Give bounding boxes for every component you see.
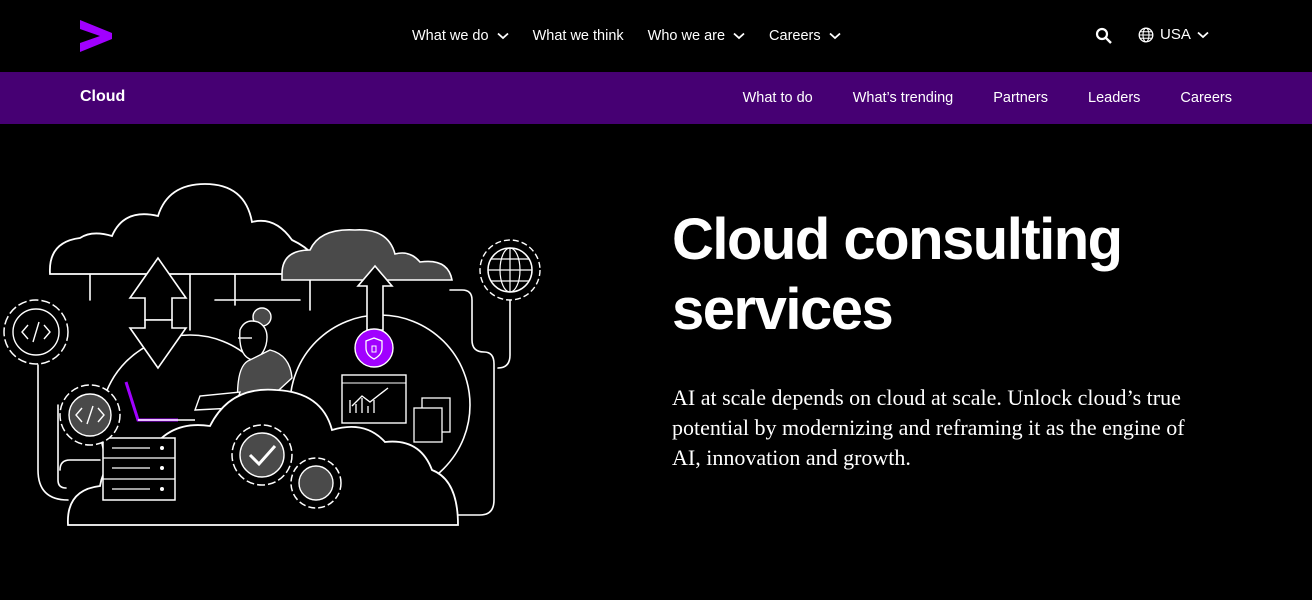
- chevron-down-icon: [496, 32, 509, 40]
- menu-item-what-we-do[interactable]: What we do: [412, 28, 509, 44]
- menu-item-careers[interactable]: Careers: [769, 28, 841, 44]
- section-subnav: Cloud What to do What’s trending Partner…: [0, 72, 1312, 124]
- menu-item-what-we-think[interactable]: What we think: [533, 28, 624, 44]
- hero-content: Cloud consulting services AI at scale de…: [672, 205, 1252, 473]
- subnav-link-careers[interactable]: Careers: [1180, 90, 1232, 106]
- chevron-down-icon: [733, 32, 745, 40]
- subnav-link-partners[interactable]: Partners: [993, 90, 1048, 106]
- hero-description: AI at scale depends on cloud at scale. U…: [672, 385, 1185, 470]
- menu-item-label: Who we are: [647, 28, 726, 44]
- chevron-down-icon: [829, 32, 841, 40]
- search-icon[interactable]: [1095, 27, 1113, 45]
- subnav-title-cloud[interactable]: Cloud: [80, 88, 125, 106]
- subnav-link-whats-trending[interactable]: What’s trending: [853, 90, 953, 106]
- main-menu: What we do What we think Who we are Care…: [412, 0, 865, 72]
- subnav-link-what-to-do[interactable]: What to do: [743, 90, 813, 106]
- accenture-logo-icon[interactable]: [80, 20, 112, 52]
- subnav-links: What to do What’s trending Partners Lead…: [703, 72, 1232, 124]
- menu-item-label: Careers: [769, 28, 821, 44]
- chevron-down-icon: [1197, 31, 1209, 38]
- hero-title: Cloud consulting services: [672, 205, 1252, 345]
- menu-item-label: What we do: [412, 28, 489, 44]
- menu-item-label: What we think: [532, 28, 624, 44]
- globe-icon: [1138, 27, 1154, 42]
- hero-title-line2: services: [672, 277, 894, 342]
- locale-label: USA: [1160, 26, 1191, 43]
- cloud-hero-illustration: [3, 183, 541, 526]
- top-navigation: What we do What we think Who we are Care…: [0, 0, 1312, 72]
- menu-item-who-we-are[interactable]: Who we are: [648, 28, 745, 44]
- subnav-link-leaders[interactable]: Leaders: [1088, 90, 1140, 106]
- hero-title-line1: Cloud consulting: [672, 207, 1123, 272]
- locale-selector[interactable]: USA: [1138, 26, 1209, 43]
